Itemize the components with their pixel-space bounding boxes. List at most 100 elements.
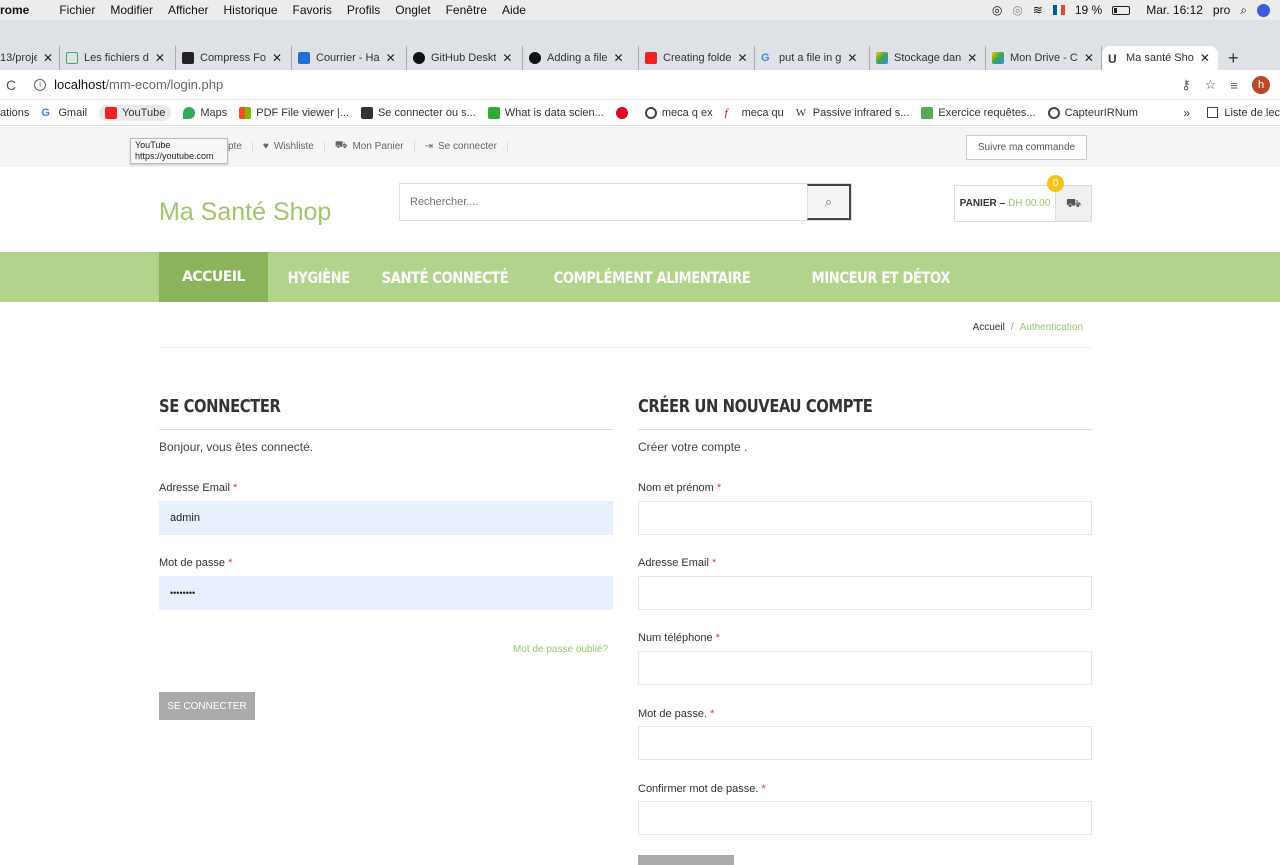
nav-minceur-detox[interactable]: MINCEUR ET DÉTOX: [792, 252, 970, 302]
tab-5[interactable]: GitHub Deskt ✕: [407, 46, 523, 70]
star-icon[interactable]: ☆: [1205, 77, 1217, 93]
register-confirm-field[interactable]: [638, 801, 1092, 835]
menu-modifier[interactable]: Modifier: [110, 3, 153, 17]
cc-icon[interactable]: ◎: [1012, 3, 1022, 17]
status-icon[interactable]: ◎: [992, 3, 1002, 17]
account-label: pte: [228, 141, 242, 152]
close-icon[interactable]: ✕: [272, 51, 282, 65]
reading-list-button[interactable]: Liste de lec: [1207, 107, 1280, 119]
nav-hygiene[interactable]: HYGIÈNE: [268, 252, 370, 302]
cart-icon[interactable]: ⛟: [1055, 186, 1091, 221]
menu-onglet[interactable]: Onglet: [395, 3, 430, 17]
wifi-icon[interactable]: ≋: [1033, 3, 1043, 17]
url-field[interactable]: localhost/mm-ecom/login.php: [54, 77, 223, 92]
tab-10[interactable]: Mon Drive - C ✕: [986, 46, 1102, 70]
close-icon[interactable]: ✕: [502, 51, 512, 65]
bookmark-passive-infrared[interactable]: W Passive infrared s...: [796, 107, 910, 119]
bookmark-gmail[interactable]: G Gmail: [41, 107, 87, 119]
register-phone-field[interactable]: [638, 651, 1092, 685]
search-button[interactable]: ⌕: [807, 184, 851, 220]
forgot-password-link[interactable]: Mot de passe oublié?: [513, 644, 608, 655]
bookmark-apps[interactable]: ations: [0, 107, 29, 119]
close-icon[interactable]: ✕: [1200, 51, 1210, 65]
register-email-field[interactable]: [638, 576, 1092, 610]
menu-fichier[interactable]: Fichier: [59, 3, 95, 17]
bookmark-exercice[interactable]: Exercice requêtes...: [921, 106, 1036, 119]
tab-8[interactable]: Gput a file in g ✕: [755, 46, 870, 70]
tab-3[interactable]: Compress Fo ✕: [176, 46, 292, 70]
menubar-app-name[interactable]: rome: [0, 3, 29, 17]
login-link[interactable]: ⇥ Se connecter: [415, 141, 508, 152]
close-icon[interactable]: ✕: [847, 51, 857, 65]
required-mark: *: [232, 482, 238, 494]
required-mark: *: [715, 632, 720, 644]
nav-complement-alimentaire[interactable]: COMPLÉMENT ALIMENTAIRE: [534, 252, 770, 302]
close-icon[interactable]: ✕: [386, 51, 396, 65]
media-icon[interactable]: ≡: [1230, 78, 1238, 93]
tab-4[interactable]: Courrier - Ha ✕: [292, 46, 407, 70]
battery-percent: 19 %: [1074, 3, 1103, 17]
nav-sante-connecte[interactable]: SANTÉ CONNECTÉ: [362, 252, 528, 302]
register-phone-label: Num téléphone *: [638, 632, 720, 644]
cart-link-label: Mon Panier: [352, 141, 404, 152]
label-text: Confirmer mot de passe.: [638, 783, 759, 795]
profile-avatar[interactable]: h: [1252, 76, 1270, 94]
menu-aide[interactable]: Aide: [502, 3, 526, 17]
tab-9[interactable]: Stockage dan ✕: [870, 46, 986, 70]
site-logo[interactable]: Ma Santé Shop: [159, 198, 331, 227]
nav-accueil[interactable]: ACCUEIL: [159, 252, 268, 302]
tab-7[interactable]: Creating folde ✕: [639, 46, 755, 70]
clock[interactable]: Mar. 16:12: [1146, 3, 1203, 17]
bookmark-data-science[interactable]: What is data scien...: [487, 106, 604, 119]
login-password-field[interactable]: ••••••••: [159, 576, 613, 610]
bookmark-maps[interactable]: Maps: [183, 106, 227, 119]
cart-link[interactable]: ⛟ Mon Panier: [325, 140, 415, 153]
register-password-field[interactable]: [638, 726, 1092, 760]
menu-favoris[interactable]: Favoris: [293, 3, 332, 17]
close-icon[interactable]: ✕: [155, 51, 165, 65]
register-name-field[interactable]: [638, 501, 1092, 535]
tab-label: Ma santé Sho: [1126, 52, 1194, 64]
menu-afficher[interactable]: Afficher: [168, 3, 208, 17]
bookmark-capteur[interactable]: CapteurIRNum: [1047, 106, 1138, 119]
tab-6[interactable]: Adding a file ✕: [523, 46, 639, 70]
register-button[interactable]: [638, 855, 734, 865]
bookmark-pinterest[interactable]: [615, 106, 633, 119]
new-tab-button[interactable]: +: [1228, 48, 1239, 69]
close-icon[interactable]: ✕: [738, 51, 748, 65]
required-mark: *: [761, 783, 766, 795]
tab-active[interactable]: U Ma santé Sho ✕: [1102, 46, 1218, 70]
close-icon[interactable]: ✕: [967, 51, 977, 65]
bookmark-label: Se connecter ou s...: [377, 106, 476, 119]
spotlight-search-icon[interactable]: ⌕: [1240, 3, 1247, 18]
battery-icon[interactable]: [1112, 5, 1131, 15]
bookmark-youtube[interactable]: YouTube: [99, 104, 172, 121]
bookmarks-overflow-button[interactable]: »: [1183, 106, 1190, 120]
siri-icon[interactable]: [1257, 3, 1270, 17]
login-email-field[interactable]: admin: [159, 501, 613, 535]
track-order-button[interactable]: Suivre ma commande: [966, 135, 1087, 160]
cart-widget[interactable]: PANIER – DH 00.00 ⛟: [954, 185, 1092, 222]
tab-1[interactable]: 13/proje ✕: [0, 46, 60, 70]
close-icon[interactable]: ✕: [614, 51, 624, 65]
close-icon[interactable]: ✕: [1084, 51, 1094, 65]
bookmark-meca-q-ex[interactable]: meca q ex: [644, 106, 713, 119]
menu-profils[interactable]: Profils: [347, 3, 380, 17]
flag-icon[interactable]: [1052, 5, 1065, 15]
bookmark-pdf-viewer[interactable]: PDF File viewer |...: [239, 106, 349, 119]
bookmark-se-connecter[interactable]: Se connecter ou s...: [360, 106, 476, 119]
reload-icon[interactable]: C: [6, 77, 16, 93]
search-input[interactable]: [400, 184, 807, 220]
cart-price: DH 00.00: [1008, 198, 1051, 209]
breadcrumb-home[interactable]: Accueil: [973, 322, 1005, 333]
menu-fenetre[interactable]: Fenêtre: [446, 3, 487, 17]
key-icon[interactable]: ⚷: [1181, 77, 1191, 93]
wishlist-link[interactable]: ♥ Wishliste: [253, 141, 325, 152]
login-button[interactable]: SE CONNECTER: [159, 692, 255, 720]
menu-historique[interactable]: Historique: [224, 3, 278, 17]
user-name[interactable]: pro: [1213, 3, 1230, 17]
info-icon[interactable]: i: [34, 78, 47, 91]
close-icon[interactable]: ✕: [43, 51, 53, 65]
tab-2[interactable]: Les fichiers d ✕: [60, 46, 176, 70]
bookmark-meca-qu[interactable]: f meca qu: [725, 107, 784, 119]
